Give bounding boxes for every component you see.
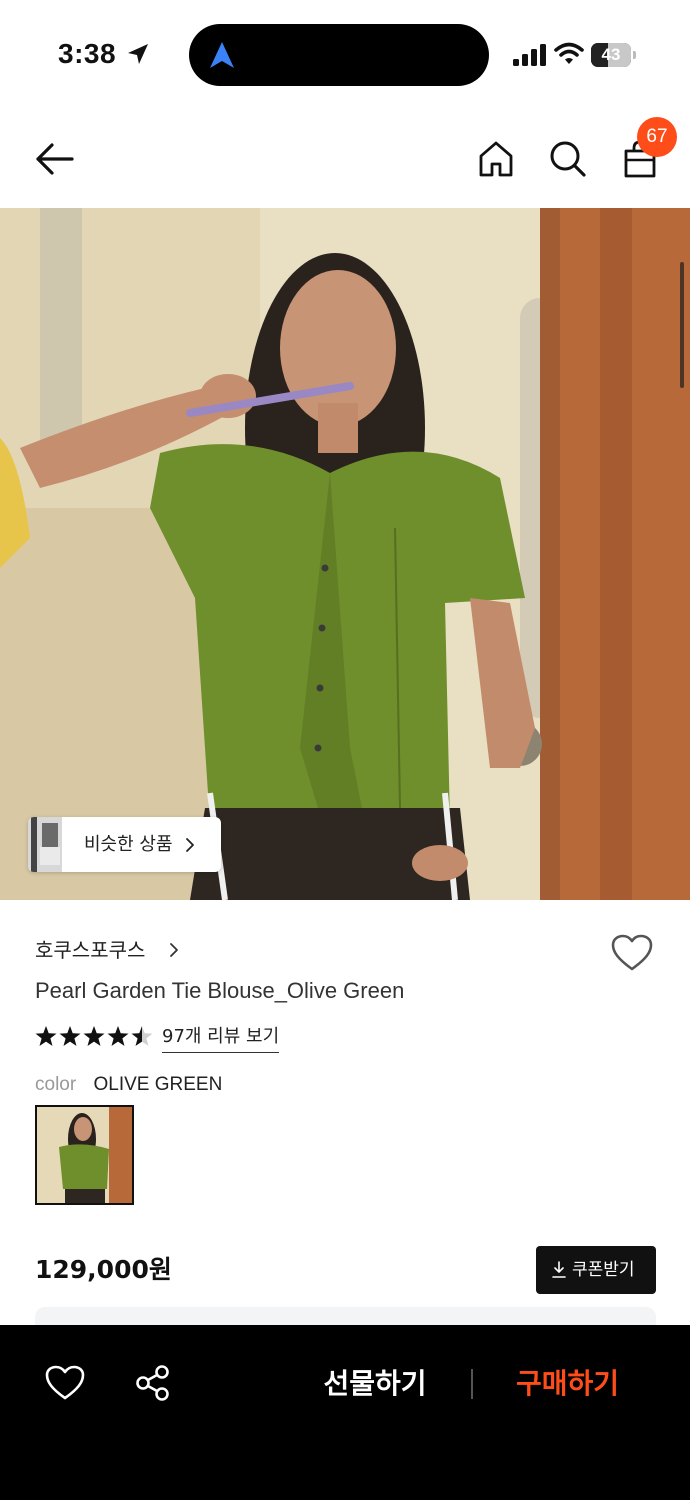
navigation-icon — [210, 42, 234, 68]
color-swatch-thumbnail[interactable] — [35, 1105, 134, 1205]
back-arrow-icon[interactable] — [32, 136, 78, 182]
battery-indicator: 43 — [591, 43, 637, 67]
signal-icon — [513, 44, 546, 66]
home-icon[interactable] — [473, 136, 519, 182]
heart-icon[interactable] — [45, 1365, 85, 1401]
color-label: color — [35, 1074, 77, 1095]
heart-icon[interactable] — [610, 933, 654, 973]
star-icon — [107, 1026, 129, 1046]
cart-count-badge: 67 — [637, 117, 677, 157]
product-image[interactable] — [0, 208, 690, 900]
location-arrow-icon — [128, 44, 148, 64]
bottom-action-bar: 선물하기 구매하기 — [0, 1325, 690, 1500]
download-icon — [552, 1261, 566, 1278]
search-icon[interactable] — [545, 136, 591, 182]
status-time: 3:38 — [58, 38, 117, 69]
status-bar: 3:38 43 — [0, 0, 690, 110]
wifi-icon — [554, 42, 584, 64]
similar-products-label: 비슷한 상품 — [84, 834, 173, 855]
swatch-image — [37, 1107, 132, 1203]
divider — [471, 1369, 473, 1399]
chevron-right-icon — [170, 943, 178, 957]
chevron-right-icon — [186, 838, 194, 852]
brand-link[interactable]: 호쿠스포쿠스 — [35, 934, 178, 966]
coupon-label: 쿠폰받기 — [572, 1260, 635, 1280]
product-price: 129,000원 — [35, 1255, 172, 1284]
star-icon — [35, 1026, 57, 1046]
color-value: OLIVE GREEN — [93, 1074, 223, 1095]
app-header — [0, 110, 690, 208]
coupon-button[interactable]: 쿠폰받기 — [536, 1246, 656, 1294]
buy-button[interactable]: 구매하기 — [490, 1355, 645, 1413]
star-icon — [83, 1026, 105, 1046]
similar-products-thumbnail — [28, 817, 62, 872]
image-scroll-indicator — [680, 262, 684, 388]
star-icon — [59, 1026, 81, 1046]
brand-name: 호쿠스포쿠스 — [35, 938, 146, 962]
battery-level: 43 — [601, 45, 621, 64]
dynamic-island — [189, 24, 489, 86]
share-icon[interactable] — [134, 1364, 172, 1402]
star-rating — [35, 1026, 153, 1046]
product-name: Pearl Garden Tie Blouse_Olive Green — [35, 978, 405, 1003]
color-option-row: color OLIVE GREEN — [35, 1070, 222, 1100]
product-photo — [0, 208, 690, 900]
review-link[interactable]: 97개 리뷰 보기 — [162, 1022, 280, 1053]
gift-button[interactable]: 선물하기 — [300, 1355, 450, 1413]
